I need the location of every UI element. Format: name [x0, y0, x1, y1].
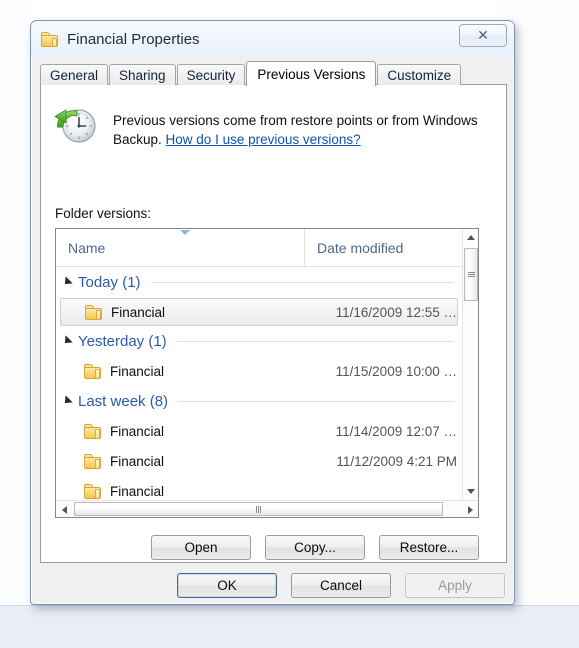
row-name: Financial	[110, 483, 165, 499]
column-header-date-modified[interactable]: Date modified	[304, 229, 461, 266]
ok-button[interactable]: OK	[177, 573, 277, 598]
row-date-modified: 11/14/2009 12:07 …	[335, 423, 457, 439]
tab-strip: General Sharing Security Previous Versio…	[40, 61, 505, 86]
clock-restore-icon	[53, 105, 99, 149]
scroll-left-arrow-icon[interactable]	[56, 501, 72, 517]
scroll-down-arrow-icon[interactable]	[463, 483, 478, 500]
row-name: Financial	[111, 304, 166, 320]
action-button-row: Open Copy... Restore...	[55, 535, 479, 560]
restore-button[interactable]: Restore...	[379, 535, 479, 560]
folder-icon	[41, 32, 58, 47]
open-button[interactable]: Open	[151, 535, 251, 560]
folder-icon	[84, 483, 101, 499]
tab-content-panel: Previous versions come from restore poin…	[40, 84, 507, 563]
table-row[interactable]: Financial 11/16/2009 12:55 …	[60, 298, 458, 326]
vertical-scrollbar-thumb[interactable]	[464, 248, 478, 301]
group-rule	[178, 400, 454, 402]
folder-icon	[84, 363, 101, 379]
row-date-modified: 11/15/2009 10:00 …	[335, 363, 457, 379]
previous-versions-help-link[interactable]: How do I use previous versions?	[166, 132, 361, 147]
cancel-button[interactable]: Cancel	[291, 573, 391, 598]
apply-button: Apply	[405, 573, 505, 598]
folder-versions-label: Folder versions:	[55, 206, 152, 221]
sort-indicator-icon	[180, 230, 190, 235]
group-header-last-week[interactable]: Last week (8)	[56, 386, 462, 416]
group-header-today[interactable]: Today (1)	[56, 267, 462, 297]
folder-icon	[85, 304, 102, 320]
copy-button[interactable]: Copy...	[265, 535, 365, 560]
properties-dialog: Financial Properties ✕ General Sharing S…	[30, 20, 515, 605]
row-date-modified: 11/12/2009 4:21 PM	[336, 453, 457, 469]
tab-previous-versions[interactable]: Previous Versions	[246, 61, 377, 86]
folder-icon	[84, 423, 101, 439]
table-row[interactable]: Financial	[60, 476, 458, 500]
collapse-chevron-icon[interactable]	[61, 276, 73, 288]
list-column-headers: Name Date modified	[56, 229, 478, 267]
close-button[interactable]: ✕	[459, 24, 507, 47]
tab-sharing[interactable]: Sharing	[109, 64, 176, 85]
description-text: Previous versions come from restore poin…	[113, 105, 492, 149]
group-header-yesterday[interactable]: Yesterday (1)	[56, 326, 462, 356]
scroll-up-arrow-icon[interactable]	[463, 229, 478, 246]
folder-icon	[84, 453, 101, 469]
row-name: Financial	[110, 363, 165, 379]
collapse-chevron-icon[interactable]	[61, 335, 73, 347]
horizontal-scrollbar-thumb[interactable]	[74, 502, 443, 516]
background-left-edge	[0, 0, 27, 608]
tab-customize[interactable]: Customize	[377, 64, 462, 85]
window-title: Financial Properties	[67, 31, 200, 48]
row-name: Financial	[110, 423, 165, 439]
background-taskbar-band	[0, 605, 579, 648]
group-title: Yesterday (1)	[78, 332, 167, 350]
close-icon: ✕	[477, 27, 489, 44]
group-title: Last week (8)	[78, 392, 169, 410]
vertical-scrollbar[interactable]	[462, 229, 478, 500]
scroll-right-arrow-icon[interactable]	[462, 501, 478, 517]
list-body[interactable]: Today (1) Financial 11/16/2009 12:55 … Y…	[56, 267, 462, 500]
title-bar: Financial Properties ✕	[31, 21, 514, 58]
group-rule	[150, 281, 454, 283]
tab-security[interactable]: Security	[176, 64, 246, 85]
row-name: Financial	[110, 453, 165, 469]
description-block: Previous versions come from restore poin…	[41, 85, 506, 149]
folder-versions-list: Name Date modified Today (1) Financial 1…	[55, 228, 479, 518]
row-date-modified: 11/16/2009 12:55 …	[335, 304, 457, 320]
table-row[interactable]: Financial 11/14/2009 12:07 …	[60, 416, 458, 446]
collapse-chevron-icon[interactable]	[61, 395, 73, 407]
horizontal-scrollbar[interactable]	[56, 500, 478, 517]
group-title: Today (1)	[78, 273, 141, 291]
table-row[interactable]: Financial 11/15/2009 10:00 …	[60, 356, 458, 386]
table-row[interactable]: Financial 11/12/2009 4:21 PM	[60, 446, 458, 476]
dialog-footer: OK Cancel Apply	[40, 573, 505, 598]
group-rule	[176, 340, 454, 342]
tab-general[interactable]: General	[40, 64, 109, 85]
